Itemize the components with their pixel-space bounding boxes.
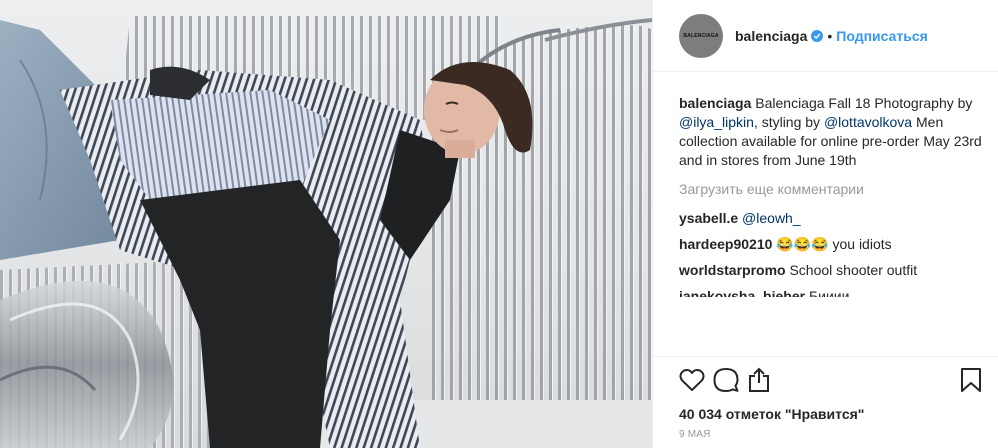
comment-username[interactable]: janekovsha_bieber <box>679 288 805 297</box>
follow-button[interactable]: Подписаться <box>836 28 928 44</box>
caption-mention-stylist[interactable]: @lottavolkova <box>824 114 912 130</box>
post-header: BALENCIAGA balenciaga • Подписаться <box>653 0 998 72</box>
comment-text: Бииии <box>808 288 850 297</box>
post-date[interactable]: 9 мая <box>653 426 998 448</box>
comment-username[interactable]: ysabell.e <box>679 210 738 226</box>
comment-emoji: 😂😂😂 <box>776 236 829 252</box>
likes-count[interactable]: 40 034 отметок "Нравится" <box>653 402 998 426</box>
heart-icon <box>679 368 705 391</box>
avatar-logo-text: BALENCIAGA <box>683 32 719 39</box>
header-separator: • <box>827 27 833 44</box>
comment-mention[interactable]: @leowh_ <box>742 210 801 226</box>
caption-username[interactable]: balenciaga <box>679 95 751 111</box>
comments-list[interactable]: balenciaga Balenciaga Fall 18 Photograph… <box>653 72 998 356</box>
like-button[interactable] <box>679 365 713 395</box>
caption-text-2: , styling by <box>753 114 821 130</box>
post-photo[interactable] <box>0 0 652 448</box>
caption-mention-photographer[interactable]: @ilya_lipkin <box>679 114 754 130</box>
header-username[interactable]: balenciaga <box>735 28 807 44</box>
verified-badge-icon <box>811 29 824 42</box>
comment-item: ysabell.e @leowh_ <box>679 209 982 228</box>
instagram-post: BALENCIAGA balenciaga • Подписаться bale… <box>0 0 998 448</box>
post-actions <box>653 356 998 402</box>
comment-text: School shooter outfit <box>789 262 918 278</box>
caption-text-1: Balenciaga Fall 18 Photography by <box>755 95 973 111</box>
load-more-comments-button[interactable]: Загрузить еще комментарии <box>679 180 982 199</box>
post-caption: balenciaga Balenciaga Fall 18 Photograph… <box>679 94 982 170</box>
photo-illustration <box>0 16 652 448</box>
post-side-panel: BALENCIAGA balenciaga • Подписаться bale… <box>652 0 998 448</box>
share-button[interactable] <box>747 365 781 395</box>
bookmark-icon <box>961 367 981 392</box>
comment-item: worldstarpromo School shooter outfit <box>679 261 982 280</box>
save-button[interactable] <box>948 365 982 395</box>
comment-username[interactable]: hardeep90210 <box>679 236 772 252</box>
comment-text: you idiots <box>832 236 892 252</box>
comment-username[interactable]: worldstarpromo <box>679 262 786 278</box>
share-icon <box>749 367 769 392</box>
comment-item: hardeep90210 😂😂😂 you idiots <box>679 235 982 254</box>
comment-button[interactable] <box>713 365 747 395</box>
comment-icon <box>713 367 739 392</box>
avatar[interactable]: BALENCIAGA <box>679 13 723 58</box>
comment-item: janekovsha_bieber Бииии <box>679 287 982 297</box>
